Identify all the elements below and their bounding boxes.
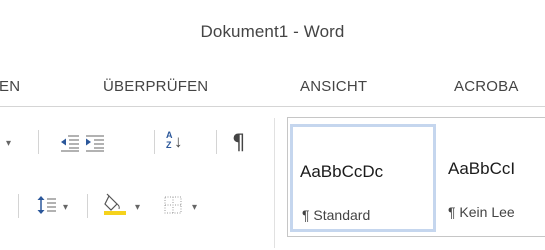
separator [216, 130, 217, 154]
sort-arrow-glyph: ↓ [174, 132, 183, 151]
line-spacing-dropdown-arrow[interactable]: ▾ [63, 202, 68, 213]
borders-dropdown-arrow[interactable]: ▾ [192, 202, 197, 213]
line-spacing-icon[interactable] [37, 196, 57, 214]
sort-a-glyph: A [166, 130, 173, 140]
borders-icon[interactable] [164, 196, 182, 214]
tab-partial-en[interactable]: EN [0, 78, 20, 95]
separator [18, 194, 19, 218]
increase-indent-icon[interactable] [85, 134, 105, 152]
shading-bucket-icon[interactable] [103, 193, 127, 215]
style-name: ¶ Kein Lee [448, 204, 515, 220]
window-title-text: Dokument1 - Word [200, 22, 345, 41]
style-kein-leerraum[interactable]: AaBbCcI ¶ Kein Lee [438, 124, 545, 232]
tab-ueberpruefen[interactable]: ÜBERPRÜFEN [103, 78, 208, 95]
styles-gallery: AaBbCcDc ¶ Standard AaBbCcI ¶ Kein Lee [287, 117, 545, 237]
group-divider [274, 118, 275, 248]
list-dropdown-arrow[interactable]: ▾ [6, 138, 11, 149]
title-bar: Dokument1 - Word [0, 0, 545, 62]
tab-ansicht[interactable]: ANSICHT [300, 78, 367, 95]
sort-az-icon[interactable]: A Z ↓ [166, 130, 190, 155]
sort-z-glyph: Z [166, 140, 172, 150]
pilcrow-icon[interactable]: ¶ [232, 130, 245, 154]
separator [154, 130, 155, 154]
style-standard[interactable]: AaBbCcDc ¶ Standard [290, 124, 436, 232]
style-name: ¶ Standard [302, 207, 371, 223]
ribbon-tabs: EN ÜBERPRÜFEN ANSICHT ACROBA [0, 62, 545, 106]
window-title: Dokument1 - Word [0, 22, 545, 42]
decrease-indent-icon[interactable] [60, 134, 80, 152]
tab-acrobat[interactable]: ACROBA [454, 78, 519, 95]
separator [38, 130, 39, 154]
style-preview: AaBbCcDc [300, 162, 384, 181]
style-preview: AaBbCcI [448, 159, 516, 178]
separator [87, 194, 88, 218]
shading-dropdown-arrow[interactable]: ▾ [135, 202, 140, 213]
